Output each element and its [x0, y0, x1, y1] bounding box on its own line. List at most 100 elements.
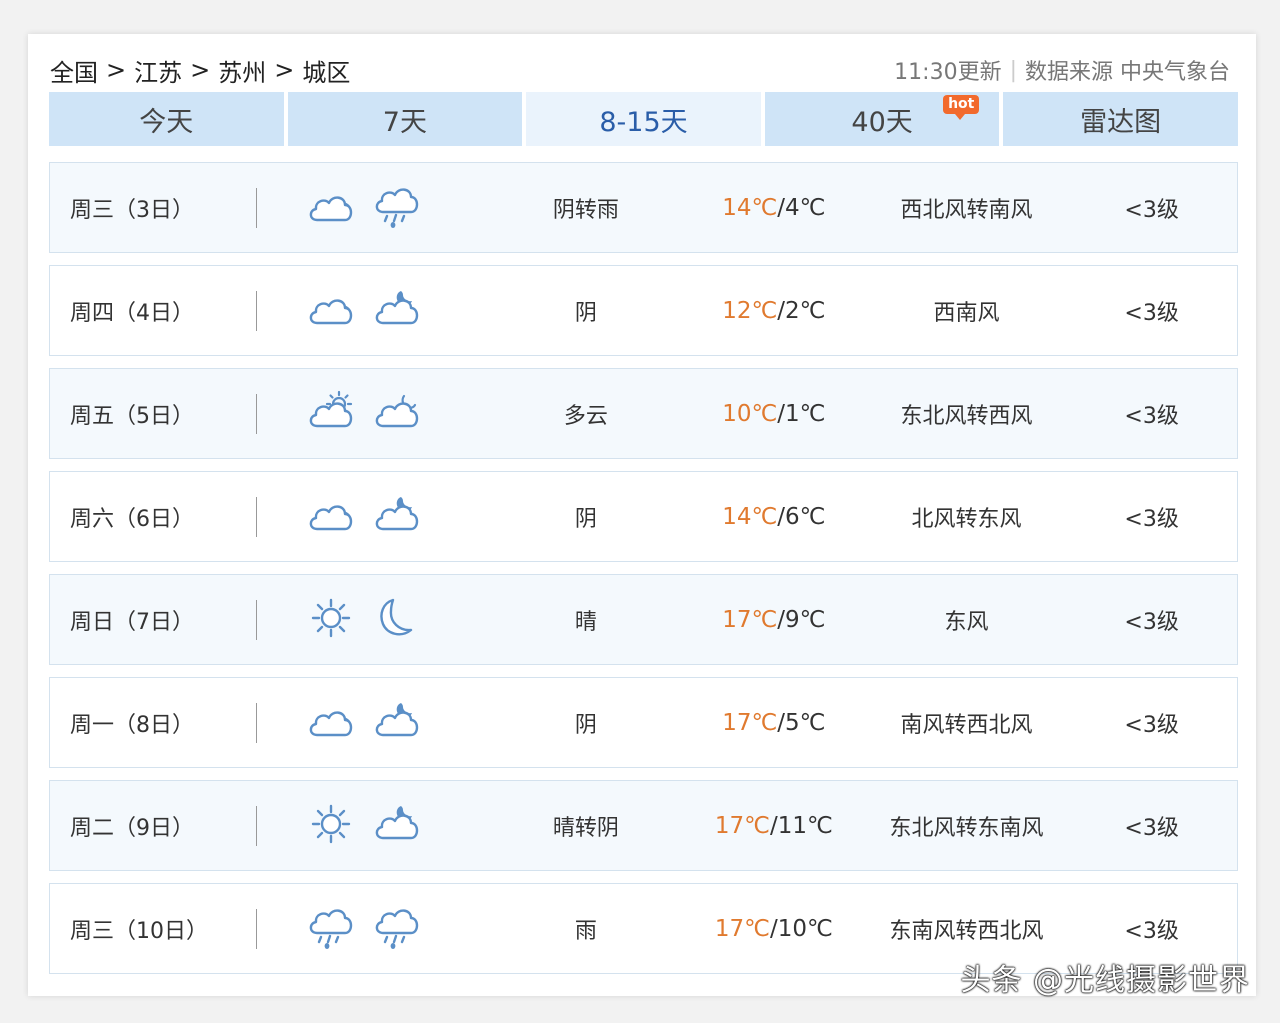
- high-temp: 17℃: [714, 812, 770, 839]
- forecast-row: 周一（8日） 阴 17℃/5℃ 南风转西北风 <3级: [49, 677, 1238, 768]
- wind-direction: 东南风转西北风: [889, 918, 1044, 944]
- weather-icons: [257, 594, 491, 646]
- wind-direction: 东北风转西风: [900, 403, 1033, 429]
- day-label: 周三（10日）: [70, 918, 208, 944]
- low-temp: /1℃: [777, 400, 826, 427]
- sun-icon: [305, 800, 357, 852]
- day-label: 周四（4日）: [70, 300, 194, 326]
- forecast-row: 周四（4日） 阴 12℃/2℃ 西南风 <3级: [49, 265, 1238, 356]
- temperature: 14℃/4℃: [681, 195, 867, 221]
- day-label: 周五（5日）: [70, 403, 194, 429]
- wind-direction: 东北风转东南风: [889, 815, 1044, 841]
- forecast-row: 周三（3日） 阴转雨 14℃/4℃ 西北风转南风 <3级: [49, 162, 1238, 253]
- wind-level: <3级: [1124, 815, 1179, 841]
- forecast-tabs: 今天 7天 8-15天 40天 hot 雷达图: [49, 92, 1238, 146]
- weather-icons: [257, 697, 491, 749]
- low-temp: /6℃: [777, 503, 826, 530]
- weather-description: 雨: [574, 918, 597, 944]
- forecast-card: 全国 > 江苏 > 苏州 > 城区 11:30更新 | 数据来源 中央气象台 今…: [28, 34, 1256, 996]
- temperature: 17℃/9℃: [681, 607, 867, 633]
- weather-description: 阴: [574, 506, 597, 532]
- cloudy-night-icon: [371, 800, 423, 852]
- cloud-icon: [305, 285, 357, 337]
- day-label: 周三（3日）: [70, 197, 194, 223]
- wind-level: <3级: [1124, 918, 1179, 944]
- partly-cloudy-day-icon: [305, 388, 357, 440]
- weather-description: 晴转阴: [552, 815, 619, 841]
- wind-level: <3级: [1124, 506, 1179, 532]
- tab-label: 今天: [139, 106, 194, 138]
- top-bar: 全国 > 江苏 > 苏州 > 城区 11:30更新 | 数据来源 中央气象台: [50, 52, 1230, 88]
- wind-level: <3级: [1124, 609, 1179, 635]
- tab-7-days[interactable]: 7天: [287, 92, 523, 146]
- wind-level: <3级: [1124, 197, 1179, 223]
- low-temp: /5℃: [777, 709, 826, 736]
- low-temp: /10℃: [769, 915, 833, 942]
- weather-icons: [257, 285, 491, 337]
- day-label: 周一（8日）: [70, 712, 194, 738]
- wind-direction: 西南风: [933, 300, 1000, 326]
- rain-icon: [305, 903, 357, 955]
- breadcrumb-separator: >: [106, 56, 127, 84]
- weather-icons: [257, 491, 491, 543]
- temperature: 14℃/6℃: [681, 504, 867, 530]
- breadcrumb: 全国 > 江苏 > 苏州 > 城区: [50, 53, 350, 88]
- day-label: 周日（7日）: [70, 609, 194, 635]
- tab-today[interactable]: 今天: [49, 92, 284, 146]
- cloud-icon: [305, 697, 357, 749]
- wind-direction: 北风转东风: [911, 506, 1022, 532]
- partly-cloudy-night-icon: [371, 388, 423, 440]
- rain-icon: [371, 182, 423, 234]
- temperature: 17℃/10℃: [681, 916, 867, 942]
- weather-icons: [257, 388, 491, 440]
- wind-direction: 南风转西北风: [900, 712, 1033, 738]
- watermark: 头条 @光线摄影世界: [960, 963, 1250, 998]
- high-temp: 10℃: [722, 400, 778, 427]
- data-source: 数据来源 中央气象台: [1025, 60, 1230, 85]
- tab-label: 7天: [382, 106, 427, 138]
- wind-direction: 东风: [944, 609, 989, 635]
- day-label: 周六（6日）: [70, 506, 194, 532]
- low-temp: /9℃: [777, 606, 826, 633]
- breadcrumb-separator: >: [190, 56, 211, 84]
- cloudy-night-icon: [371, 697, 423, 749]
- day-label: 周二（9日）: [70, 815, 194, 841]
- forecast-row: 周六（6日） 阴 14℃/6℃ 北风转东风 <3级: [49, 471, 1238, 562]
- breadcrumb-separator: >: [274, 56, 295, 84]
- temperature: 12℃/2℃: [681, 298, 867, 324]
- temperature: 10℃/1℃: [681, 401, 867, 427]
- wind-direction: 西北风转南风: [900, 197, 1033, 223]
- low-temp: /11℃: [769, 812, 833, 839]
- meta-divider: |: [1009, 57, 1017, 83]
- weather-icons: [257, 800, 491, 852]
- low-temp: /4℃: [777, 194, 826, 221]
- temperature: 17℃/5℃: [681, 710, 867, 736]
- forecast-list: 周三（3日） 阴转雨 14℃/4℃ 西北风转南风 <3级 周四（4日） 阴 12…: [49, 162, 1238, 986]
- update-time: 11:30更新: [894, 60, 1002, 85]
- tab-40-days[interactable]: 40天 hot: [764, 92, 1000, 146]
- tab-8-15-days[interactable]: 8-15天: [526, 92, 761, 146]
- tab-radar[interactable]: 雷达图: [1003, 92, 1238, 146]
- tab-label: 8-15天: [599, 106, 688, 138]
- high-temp: 14℃: [722, 194, 778, 221]
- tab-label: 雷达图: [1080, 106, 1162, 138]
- cloud-icon: [305, 182, 357, 234]
- weather-description: 多云: [563, 403, 608, 429]
- weather-description: 阴: [574, 712, 597, 738]
- update-info: 11:30更新 | 数据来源 中央气象台: [894, 54, 1230, 86]
- breadcrumb-urban: 城区: [302, 58, 351, 87]
- breadcrumb-jiangsu[interactable]: 江苏: [134, 53, 182, 88]
- weather-description: 阴: [574, 300, 597, 326]
- weather-description: 阴转雨: [552, 197, 619, 223]
- high-temp: 17℃: [722, 709, 778, 736]
- weather-icons: [257, 903, 491, 955]
- breadcrumb-national[interactable]: 全国: [50, 53, 98, 88]
- breadcrumb-suzhou[interactable]: 苏州: [218, 53, 266, 88]
- weather-icons: [257, 182, 491, 234]
- forecast-row: 周日（7日） 晴 17℃/9℃ 东风 <3级: [49, 574, 1238, 665]
- wind-level: <3级: [1124, 712, 1179, 738]
- cloudy-night-icon: [371, 285, 423, 337]
- low-temp: /2℃: [777, 297, 826, 324]
- temperature: 17℃/11℃: [681, 813, 867, 839]
- moon-icon: [371, 594, 423, 646]
